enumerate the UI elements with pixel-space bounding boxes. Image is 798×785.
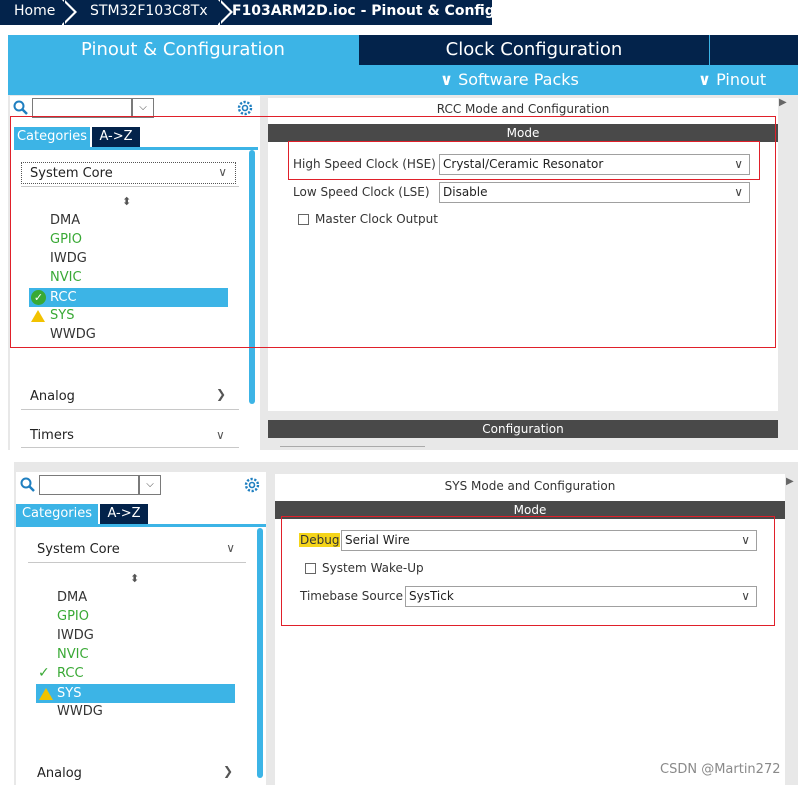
divider — [21, 447, 239, 448]
list-item-wwdg[interactable]: WWDG — [57, 702, 103, 721]
search-icon[interactable] — [13, 100, 29, 116]
search-dropdown-button[interactable]: ⌵ — [132, 98, 154, 118]
gear-icon[interactable] — [236, 99, 254, 117]
search-dropdown-button[interactable]: ⌵ — [139, 475, 161, 495]
breadcrumb-home[interactable]: Home — [0, 0, 77, 25]
list-item-sys-label: SYS — [57, 686, 82, 701]
watermark: CSDN @Martin272 — [660, 762, 781, 777]
search-input[interactable] — [32, 98, 132, 118]
chevron-right-icon[interactable]: ❯ — [216, 387, 226, 401]
category-system-core[interactable]: System Core ∨ — [28, 538, 243, 560]
scroll-right-icon[interactable]: ▶ — [786, 476, 794, 487]
scroll-right-icon[interactable]: ▶ — [779, 97, 787, 108]
breadcrumb-file-label: F103ARM2D.ioc - Pinout & Configurat — [232, 3, 528, 19]
software-packs-label: Software Packs — [458, 70, 579, 89]
software-packs-menu[interactable]: ∨ Software Packs — [440, 65, 579, 95]
search-icon[interactable] — [20, 477, 36, 493]
list-item-sys[interactable]: SYS — [36, 684, 235, 703]
tab-underline — [16, 524, 266, 527]
breadcrumb-home-label: Home — [14, 3, 56, 19]
sys-panel-title: SYS Mode and Configuration — [444, 479, 616, 493]
list-item-rcc-label: RCC — [57, 666, 84, 681]
breadcrumb: Home STM32F103C8Tx F103ARM2D.ioc - Pinou… — [0, 0, 798, 28]
chevron-right-icon[interactable]: ❯ — [223, 764, 233, 778]
divider — [28, 562, 246, 563]
search-input[interactable] — [39, 475, 139, 495]
tab-pinout-configuration[interactable]: Pinout & Configuration — [8, 35, 358, 65]
tab-clock-configuration[interactable]: Clock Configuration — [359, 35, 709, 65]
tab-extra[interactable] — [710, 35, 798, 65]
left-scrollbar[interactable] — [257, 528, 263, 778]
chevron-down-icon: ∨ — [698, 70, 711, 89]
configuration-section-header: Configuration — [268, 420, 778, 438]
tab-categories[interactable]: Categories — [16, 504, 98, 524]
category-system-core-label: System Core — [37, 542, 120, 557]
pinout-menu-label: Pinout — [716, 70, 767, 89]
gap — [0, 452, 798, 462]
chevron-down-icon: ∨ — [440, 70, 453, 89]
list-item-rcc[interactable]: ✓ RCC — [36, 664, 235, 683]
config-tab-stub — [280, 446, 425, 451]
category-timers[interactable]: Timers — [30, 428, 74, 443]
gear-icon[interactable] — [243, 476, 261, 494]
annotation-box-hse — [288, 141, 760, 180]
list-item-iwdg[interactable]: IWDG — [57, 626, 94, 645]
sort-icon[interactable]: ⬍ — [130, 572, 139, 585]
breadcrumb-mcu-label: STM32F103C8Tx — [90, 3, 208, 19]
chevron-down-icon: ∨ — [226, 541, 235, 555]
list-item-dma[interactable]: DMA — [57, 588, 87, 607]
category-analog[interactable]: Analog — [37, 766, 82, 781]
tab-a-to-z[interactable]: A->Z — [100, 504, 148, 524]
main-tabbar: Pinout & Configuration Clock Configurati… — [8, 35, 798, 65]
check-icon: ✓ — [38, 665, 50, 681]
sub-menubar: ∨ Software Packs ∨ Pinout — [8, 65, 798, 95]
category-analog[interactable]: Analog — [30, 389, 75, 404]
warning-icon — [39, 688, 53, 700]
pinout-menu[interactable]: ∨ Pinout — [698, 65, 766, 95]
divider — [21, 409, 239, 410]
chevron-down-icon[interactable]: ∨ — [216, 428, 225, 442]
list-item-gpio[interactable]: GPIO — [57, 607, 89, 626]
list-item-nvic[interactable]: NVIC — [57, 645, 89, 664]
breadcrumb-mcu[interactable]: STM32F103C8Tx — [64, 0, 233, 25]
breadcrumb-file[interactable]: F103ARM2D.ioc - Pinout & Configurat — [220, 0, 528, 25]
annotation-box-sys — [281, 516, 775, 626]
rcc-panel-title: RCC Mode and Configuration — [436, 102, 610, 116]
